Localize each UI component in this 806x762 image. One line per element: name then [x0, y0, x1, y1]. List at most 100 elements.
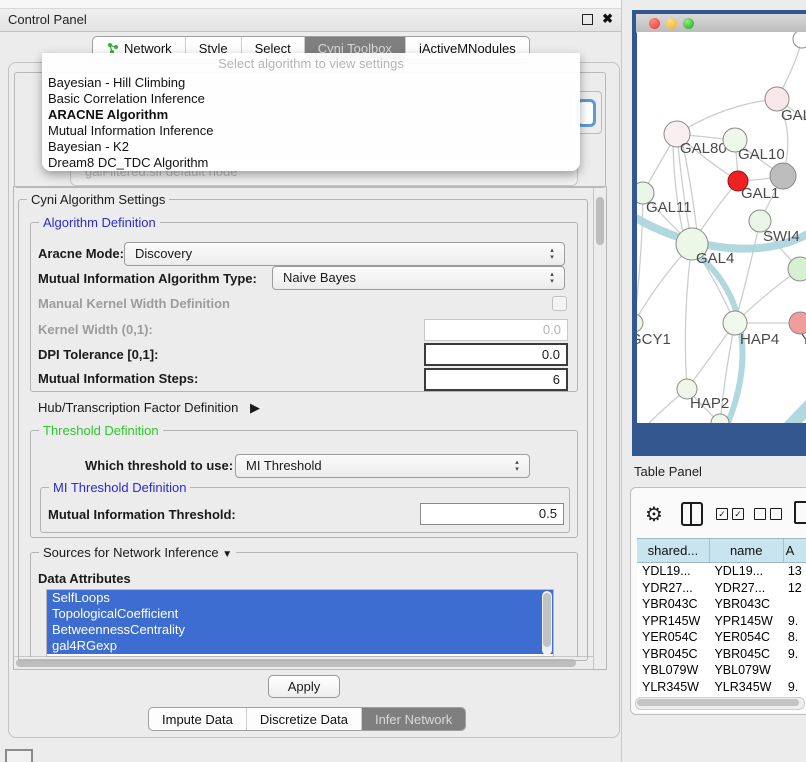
- unchecked-box-icon[interactable]: [754, 508, 766, 520]
- algorithm-option[interactable]: Bayesian - K2: [42, 139, 580, 155]
- gear-icon[interactable]: ⚙: [645, 502, 663, 527]
- close-icon[interactable]: ✖: [602, 11, 613, 27]
- network-node[interactable]: [637, 314, 643, 332]
- aracne-mode-combo[interactable]: Discovery ▴▾: [124, 242, 565, 266]
- tab-discretize-data[interactable]: Discretize Data: [246, 708, 361, 730]
- table-cell[interactable]: YBR043C: [637, 596, 709, 613]
- document-icon[interactable]: [794, 501, 806, 524]
- table-cell[interactable]: YDL19...: [637, 563, 709, 580]
- algorithm-option[interactable]: Dream8 DC_TDC Algorithm: [42, 155, 580, 171]
- mi-threshold-field[interactable]: 0.5: [420, 503, 564, 525]
- network-node[interactable]: [711, 414, 729, 423]
- threshold-definition-title: Threshold Definition: [39, 423, 163, 438]
- table-cell[interactable]: 13: [783, 563, 806, 580]
- manual-kernel-label: Manual Kernel Width Definition: [38, 296, 230, 311]
- table-cell[interactable]: YBR043C: [709, 596, 782, 613]
- dpi-tolerance-field[interactable]: 0.0: [424, 343, 568, 366]
- table-cell[interactable]: YBR045C: [709, 646, 782, 663]
- table-cell[interactable]: 8.: [783, 629, 806, 646]
- hub-definition-toggle[interactable]: Hub/Transcription Factor Definition ▶: [38, 400, 260, 416]
- table-row[interactable]: YLR345WYLR345W9.: [637, 679, 806, 696]
- table-cell[interactable]: YDR27...: [709, 580, 782, 597]
- table-cell[interactable]: YDL19...: [709, 563, 782, 580]
- algorithm-option[interactable]: ARACNE Algorithm: [42, 107, 580, 123]
- spinner-arrows-icon[interactable]: ▴▾: [512, 455, 522, 481]
- table-row[interactable]: YDL19...YDL19...13: [637, 563, 806, 580]
- table-cell[interactable]: YER054C: [709, 629, 782, 646]
- table-cell[interactable]: [783, 596, 806, 613]
- mi-steps-field[interactable]: 6: [424, 368, 568, 391]
- mi-type-combo[interactable]: Naive Bayes ▴▾: [272, 266, 565, 290]
- network-node-label: HAP4: [740, 331, 779, 348]
- table-panel: ⚙ ✓ ✓ shared... name A YDL19...YDL19...1…: [630, 487, 806, 715]
- float-window-icon[interactable]: [582, 14, 593, 25]
- network-graph: GALGAL80GAL10GAL1GAL11SWI4GAL4GCY1HAP4YH…: [637, 32, 806, 423]
- table-cell[interactable]: YLR345W: [709, 679, 782, 696]
- table-row[interactable]: YDR27...YDR27...12: [637, 580, 806, 597]
- table-row[interactable]: YBR043CYBR043C: [637, 596, 806, 613]
- unchecked-box-icon[interactable]: [770, 508, 782, 520]
- aracne-mode-value: Discovery: [135, 246, 192, 261]
- table-cell[interactable]: [783, 662, 806, 679]
- table-row[interactable]: YPR145WYPR145W9.: [637, 613, 806, 630]
- table-cell[interactable]: 9.: [783, 613, 806, 630]
- network-node[interactable]: [793, 32, 806, 48]
- checked-box-icon[interactable]: ✓: [732, 508, 744, 520]
- table-row[interactable]: YBL079WYBL079W: [637, 662, 806, 679]
- tab-infer-network[interactable]: Infer Network: [361, 708, 465, 730]
- algorithm-option[interactable]: Basic Correlation Inference: [42, 91, 580, 107]
- table-row[interactable]: YBR045CYBR045C9.: [637, 646, 806, 663]
- table-row[interactable]: YER054CYER054C8.: [637, 629, 806, 646]
- manual-kernel-checkbox[interactable]: [552, 296, 567, 311]
- network-node[interactable]: [770, 163, 796, 189]
- network-view-window: GALGAL80GAL10GAL1GAL11SWI4GAL4GCY1HAP4YH…: [632, 10, 806, 456]
- split-columns-icon[interactable]: [681, 502, 703, 526]
- table-cell[interactable]: YPR145W: [637, 613, 709, 630]
- table-horizontal-scrollbar[interactable]: [635, 697, 805, 710]
- close-traffic-light-icon[interactable]: [649, 18, 660, 29]
- zoom-traffic-light-icon[interactable]: [683, 18, 694, 29]
- which-threshold-combo[interactable]: MI Threshold ▴▾: [235, 454, 530, 478]
- checked-box-icon[interactable]: ✓: [716, 508, 728, 520]
- algorithm-option[interactable]: Mutual Information Inference: [42, 123, 580, 139]
- sources-title[interactable]: Sources for Network Inference ▼: [39, 545, 236, 560]
- table-cell[interactable]: 9.: [783, 679, 806, 696]
- table-cell[interactable]: YDR27...: [637, 580, 709, 597]
- kernel-width-field[interactable]: 0.0: [424, 319, 568, 341]
- control-panel-titlebar: Control Panel ✖: [0, 9, 621, 32]
- minimized-window-icon[interactable]: [5, 749, 33, 762]
- scrollbar-thumb[interactable]: [543, 593, 551, 647]
- attributes-scrollbar[interactable]: [542, 591, 552, 655]
- data-attribute-item[interactable]: TopologicalCoefficient: [47, 606, 553, 622]
- table-cell[interactable]: YBL079W: [637, 662, 709, 679]
- kernel-width-label: Kernel Width (0,1):: [38, 322, 153, 337]
- data-attribute-item[interactable]: BetweennessCentrality: [47, 622, 553, 638]
- table-cell[interactable]: YBR045C: [637, 646, 709, 663]
- data-attribute-item[interactable]: gal4RGexp: [47, 638, 553, 654]
- cyni-algorithm-settings-title: Cyni Algorithm Settings: [27, 192, 169, 207]
- column-header[interactable]: shared...: [637, 539, 710, 562]
- scrollbar-thumb[interactable]: [596, 197, 604, 245]
- table-cell[interactable]: YPR145W: [709, 613, 782, 630]
- column-header[interactable]: A: [784, 539, 806, 562]
- table-cell[interactable]: YBL079W: [709, 662, 782, 679]
- algorithm-dropdown-prompt: Select algorithm to view settings: [42, 53, 580, 75]
- spinner-arrows-icon[interactable]: ▴▾: [547, 267, 557, 293]
- settings-vertical-scrollbar[interactable]: [593, 187, 606, 669]
- apply-button[interactable]: Apply: [268, 675, 340, 698]
- tab-impute-data[interactable]: Impute Data: [149, 708, 246, 730]
- table-cell[interactable]: 12: [783, 580, 806, 597]
- network-node-label: GAL1: [741, 185, 779, 202]
- network-window-titlebar[interactable]: [636, 14, 806, 33]
- algorithm-option[interactable]: Bayesian - Hill Climbing: [42, 75, 580, 91]
- table-cell[interactable]: YER054C: [637, 629, 709, 646]
- minimize-traffic-light-icon[interactable]: [666, 18, 677, 29]
- data-attribute-item[interactable]: SelfLoops: [47, 590, 553, 606]
- table-cell[interactable]: YLR345W: [637, 679, 709, 696]
- network-canvas[interactable]: GALGAL80GAL10GAL1GAL11SWI4GAL4GCY1HAP4YH…: [637, 32, 806, 423]
- column-header[interactable]: name: [710, 539, 784, 562]
- table-cell[interactable]: 9.: [783, 646, 806, 663]
- network-edge-thick: [763, 398, 806, 423]
- scrollbar-thumb[interactable]: [637, 699, 799, 706]
- which-threshold-value: MI Threshold: [246, 458, 322, 473]
